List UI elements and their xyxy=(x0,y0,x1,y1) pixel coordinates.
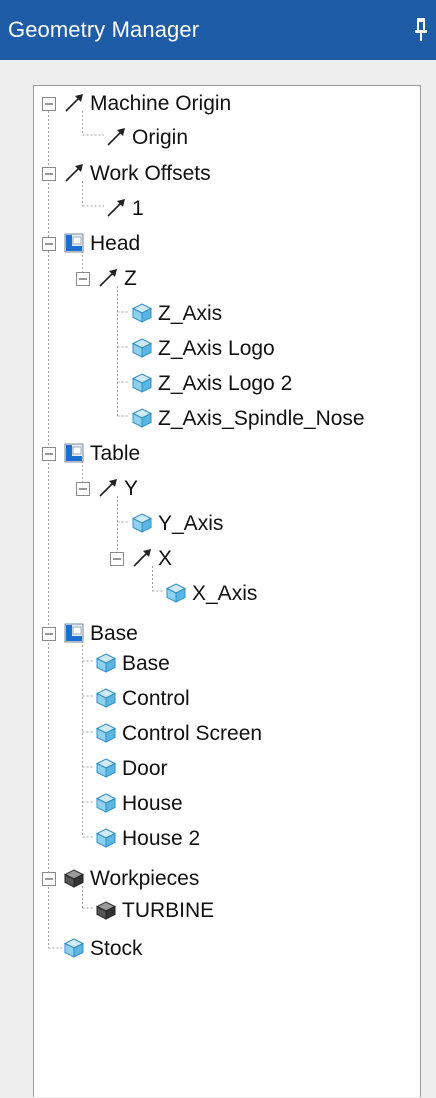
toggle-base[interactable] xyxy=(42,627,56,641)
geometry-tree[interactable]: Machine Origin Origin Work Offsets 1 Hea… xyxy=(33,85,421,1097)
tree-node-label: X xyxy=(158,547,173,570)
tree-node-label: Origin xyxy=(132,126,189,149)
tree-node-label: TURBINE xyxy=(122,899,215,922)
model-cube-icon xyxy=(94,686,118,710)
component-icon xyxy=(62,231,86,255)
toggle-x[interactable] xyxy=(110,552,124,566)
axis-arrow-icon xyxy=(104,196,128,220)
panel-title: Geometry Manager xyxy=(8,17,200,42)
model-cube-icon xyxy=(130,301,154,325)
tree-node-label: Z xyxy=(124,267,137,290)
toggle-workpieces[interactable] xyxy=(42,872,56,886)
tree-node-label: Control Screen xyxy=(122,722,263,745)
model-cube-icon xyxy=(94,791,118,815)
toggle-z[interactable] xyxy=(76,272,90,286)
model-cube-icon xyxy=(130,406,154,430)
axis-arrow-icon xyxy=(130,546,154,570)
tree-node-label: Stock xyxy=(90,937,143,960)
tree-node-label: House xyxy=(122,792,183,815)
toggle-machine-origin[interactable] xyxy=(42,97,56,111)
tree-node-label: Machine Origin xyxy=(90,92,232,115)
tree-node-label: Control xyxy=(122,687,190,710)
component-icon xyxy=(62,621,86,645)
axis-arrow-icon xyxy=(96,266,120,290)
axis-arrow-icon xyxy=(62,91,86,115)
tree-node-label: Door xyxy=(122,757,168,780)
tree-node-label: Y_Axis xyxy=(158,512,224,535)
model-cube-icon xyxy=(94,721,118,745)
component-icon xyxy=(62,441,86,465)
tree-node-label: Table xyxy=(90,442,141,465)
tree-node-label: Z_Axis xyxy=(158,302,223,325)
axis-arrow-icon xyxy=(104,125,128,149)
model-cube-icon xyxy=(94,826,118,850)
model-cube-icon xyxy=(62,936,86,960)
tree-node-label: X_Axis xyxy=(192,582,258,605)
tree-node-label: Work Offsets xyxy=(90,162,211,185)
axis-arrow-icon xyxy=(96,476,120,500)
tree-node-label: Y xyxy=(124,477,139,500)
title-bar: Geometry Manager xyxy=(0,0,436,60)
toggle-y[interactable] xyxy=(76,482,90,496)
model-cube-icon xyxy=(130,371,154,395)
toggle-head[interactable] xyxy=(42,237,56,251)
pin-icon[interactable] xyxy=(412,14,430,44)
tree-node-label: Base xyxy=(122,652,170,675)
tree-node-label: Head xyxy=(90,232,141,255)
workpiece-icon xyxy=(62,866,86,890)
tree-node-label: Base xyxy=(90,622,138,645)
toggle-table[interactable] xyxy=(42,447,56,461)
model-cube-icon xyxy=(130,336,154,360)
tree-node-label: 1 xyxy=(132,197,144,220)
tree-node-label: Z_Axis Logo 2 xyxy=(158,372,293,395)
workpiece-icon xyxy=(94,898,118,922)
tree-node-label: Z_Axis Logo xyxy=(158,337,275,360)
tree-node-label: House 2 xyxy=(122,827,201,850)
tree-node-label: Z_Axis_Spindle_Nose xyxy=(158,407,365,430)
axis-arrow-icon xyxy=(62,161,86,185)
model-cube-icon xyxy=(164,581,188,605)
model-cube-icon xyxy=(94,651,118,675)
tree-node-label: Workpieces xyxy=(90,867,200,890)
toggle-work-offsets[interactable] xyxy=(42,167,56,181)
model-cube-icon xyxy=(94,756,118,780)
model-cube-icon xyxy=(130,511,154,535)
